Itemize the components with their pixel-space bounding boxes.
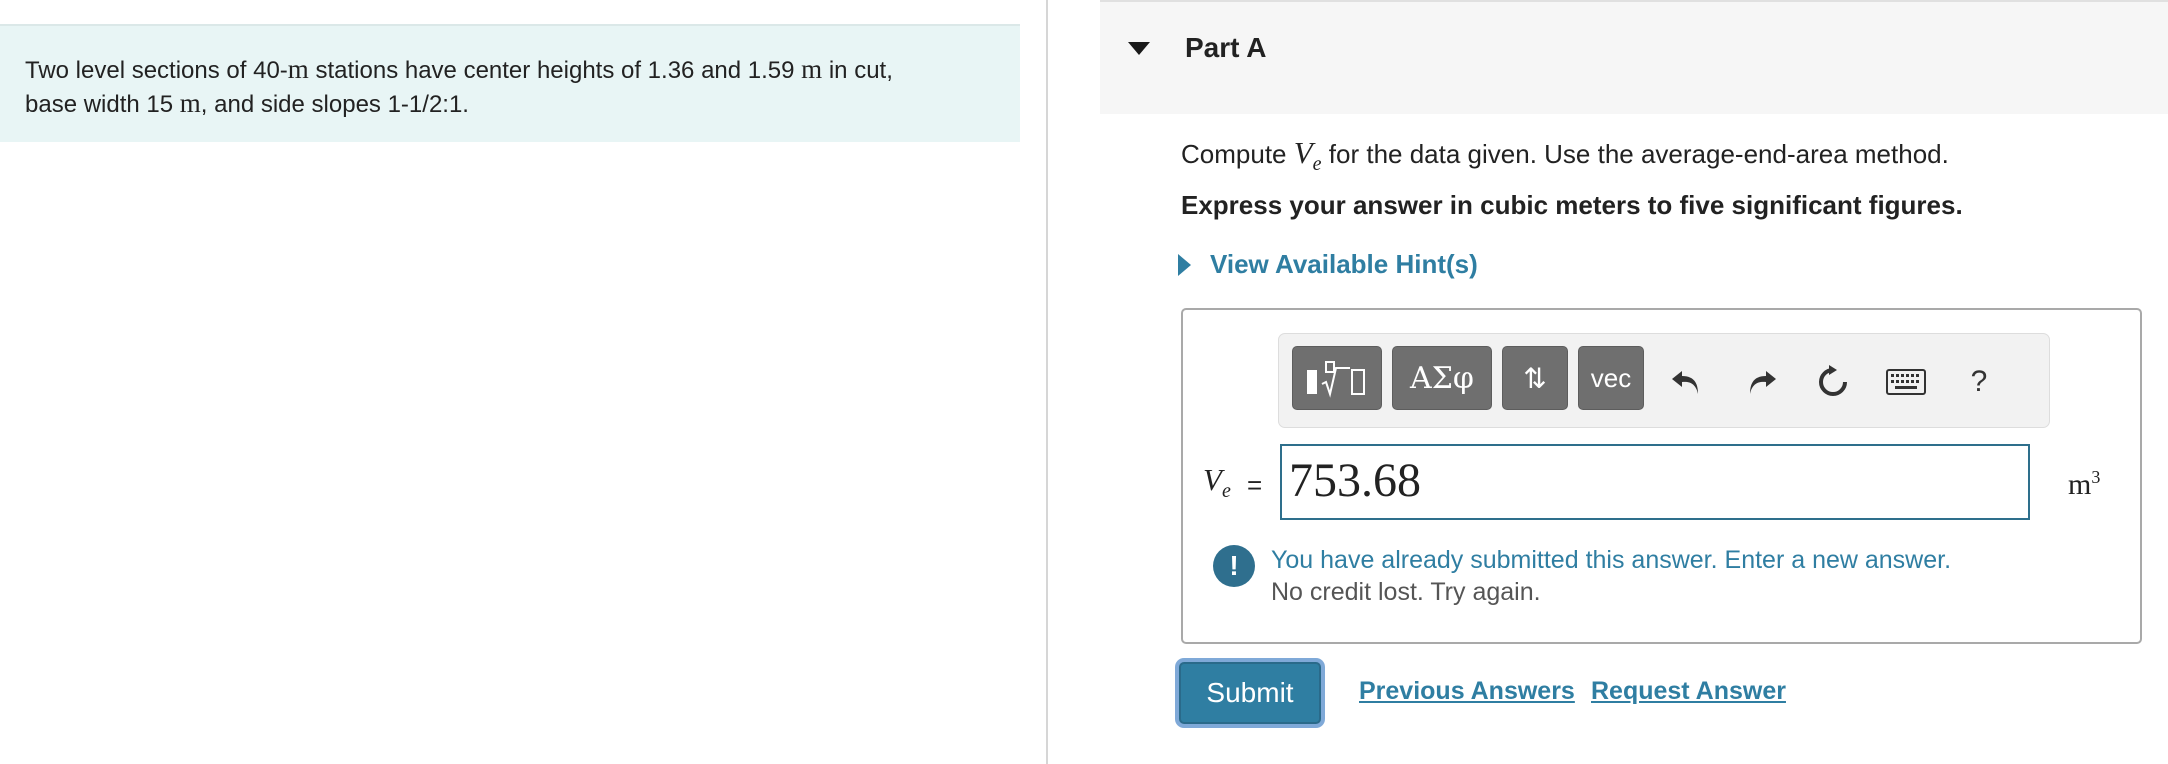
arrows-button[interactable]: ⇅ — [1502, 346, 1568, 410]
greek-symbols-button[interactable]: ΑΣφ — [1392, 346, 1492, 410]
answer-unit: m3 — [2068, 467, 2100, 502]
view-hints-toggle[interactable]: View Available Hint(s) — [1178, 249, 1478, 280]
vec-button[interactable]: vec — [1578, 346, 1644, 410]
unit-m: m — [287, 54, 309, 84]
submit-button[interactable]: Submit — [1179, 662, 1321, 724]
previous-answers-link[interactable]: Previous Answers — [1359, 677, 1575, 706]
redo-icon[interactable] — [1741, 362, 1781, 402]
part-header[interactable]: Part A — [1100, 0, 2168, 114]
equals-sign: = — [1247, 470, 1263, 500]
answer-input[interactable]: 753.68 — [1280, 444, 2030, 520]
problem-panel: Two level sections of 40-m stations have… — [0, 0, 1047, 764]
alert-icon: ! — [1213, 545, 1255, 587]
unit-base: m — [2068, 468, 2092, 501]
unit-m: m — [179, 88, 201, 118]
answer-format-instruction: Express your answer in cubic meters to f… — [1181, 190, 1963, 220]
problem-text-1: Two level sections of 40- — [25, 57, 288, 84]
reset-icon[interactable] — [1813, 362, 1853, 402]
keyboard-icon[interactable] — [1885, 362, 1927, 402]
answer-variable-label: Ve — [1203, 462, 1231, 503]
problem-statement: Two level sections of 40-m stations have… — [0, 24, 1020, 142]
templates-icon — [1307, 361, 1365, 398]
variable-subscript: e — [1221, 480, 1231, 503]
caret-right-icon — [1178, 253, 1191, 276]
problem-text-5: , and side slopes 1-1/2:1. — [200, 91, 469, 118]
variable-ve: Ve — [1293, 135, 1322, 175]
part-title: Part A — [1185, 32, 1267, 63]
undo-icon[interactable] — [1667, 362, 1707, 402]
problem-text-2: stations have center heights of 1.36 and… — [308, 57, 802, 84]
feedback-message: You have already submitted this answer. … — [1271, 546, 1952, 574]
problem-text-4: base width 15 — [25, 91, 180, 118]
answer-area: ΑΣφ ⇅ vec ? Ve = 753.68 m3 ! You have al… — [1181, 308, 2142, 644]
request-answer-link[interactable]: Request Answer — [1591, 677, 1786, 706]
question-instruction: Compute Ve for the data given. Use the a… — [1181, 135, 1949, 176]
variable-letter: V — [1293, 135, 1313, 170]
math-toolbar: ΑΣφ ⇅ vec ? — [1278, 333, 2050, 428]
collapse-caret-icon[interactable] — [1128, 42, 1150, 55]
unit-exponent: 3 — [2091, 467, 2101, 487]
variable-letter: V — [1203, 462, 1222, 497]
instruction-suffix: for the data given. Use the average-end-… — [1321, 139, 1949, 169]
unit-m: m — [801, 54, 823, 84]
templates-button[interactable] — [1292, 346, 1382, 410]
panel-divider — [1046, 0, 1048, 764]
problem-text-3: in cut, — [822, 57, 893, 84]
feedback-submessage: No credit lost. Try again. — [1271, 578, 1541, 606]
variable-subscript: e — [1312, 153, 1322, 176]
view-hints-link[interactable]: View Available Hint(s) — [1210, 249, 1478, 280]
instruction-prefix: Compute — [1181, 139, 1294, 169]
help-icon[interactable]: ? — [1959, 362, 1999, 402]
